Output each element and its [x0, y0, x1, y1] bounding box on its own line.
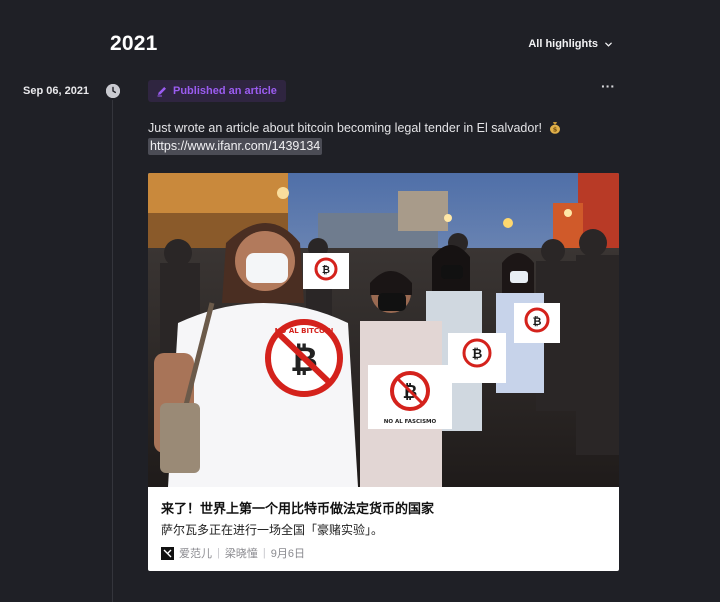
meta-divider: | [262, 547, 266, 559]
source-logo-icon [161, 546, 174, 560]
svg-text:₿: ₿ [472, 347, 483, 362]
chevron-down-icon [605, 42, 612, 47]
post-text: Just wrote an article about bitcoin beco… [148, 120, 618, 155]
article-meta: 爱范儿 | 梁晓憧 | 9月6日 [161, 545, 305, 561]
published-article-badge: Published an article [148, 80, 286, 102]
clock-icon [106, 84, 120, 98]
svg-text:NO AL BITCOIN: NO AL BITCOIN [275, 327, 334, 335]
year-heading: 2021 [110, 32, 158, 55]
money-bag-icon: $ [550, 122, 561, 134]
svg-text:₿: ₿ [533, 315, 542, 328]
timeline-line [112, 100, 113, 602]
article-date: 9月6日 [270, 548, 305, 560]
meta-divider: | [217, 547, 220, 559]
badge-label: Published an article [173, 85, 277, 97]
article-subtitle: 萨尔瓦多正在进行一场全国「豪赌实验」。 [161, 523, 384, 537]
article-title: 来了！世界上第一个用比特币做法定货币的国家 [161, 501, 435, 516]
more-options-button[interactable]: ··· [601, 78, 615, 94]
event-date: Sep 06, 2021 [23, 85, 90, 97]
article-cover-image: ₿ NO AL BITCOIN ₿ NO AL FASCISMO ₿ [148, 173, 619, 487]
pen-icon [157, 87, 166, 97]
article-link[interactable]: https://www.ifanr.com/1439134 [148, 138, 323, 155]
post-body: Just wrote an article about bitcoin beco… [148, 121, 542, 135]
article-preview-card[interactable]: ₿ NO AL BITCOIN ₿ NO AL FASCISMO ₿ [148, 173, 619, 571]
article-source: 爱范儿 [179, 548, 212, 560]
svg-text:₿: ₿ [322, 264, 330, 276]
svg-text:NO AL FASCISMO: NO AL FASCISMO [384, 419, 437, 425]
highlights-filter-dropdown[interactable]: All highlights [528, 38, 613, 50]
filter-label: All highlights [528, 38, 598, 50]
svg-text:$: $ [553, 126, 558, 134]
article-author: 梁晓憧 [224, 548, 258, 560]
timeline-page: 2021 All highlights Sep 06, 2021 Publish… [0, 0, 720, 602]
